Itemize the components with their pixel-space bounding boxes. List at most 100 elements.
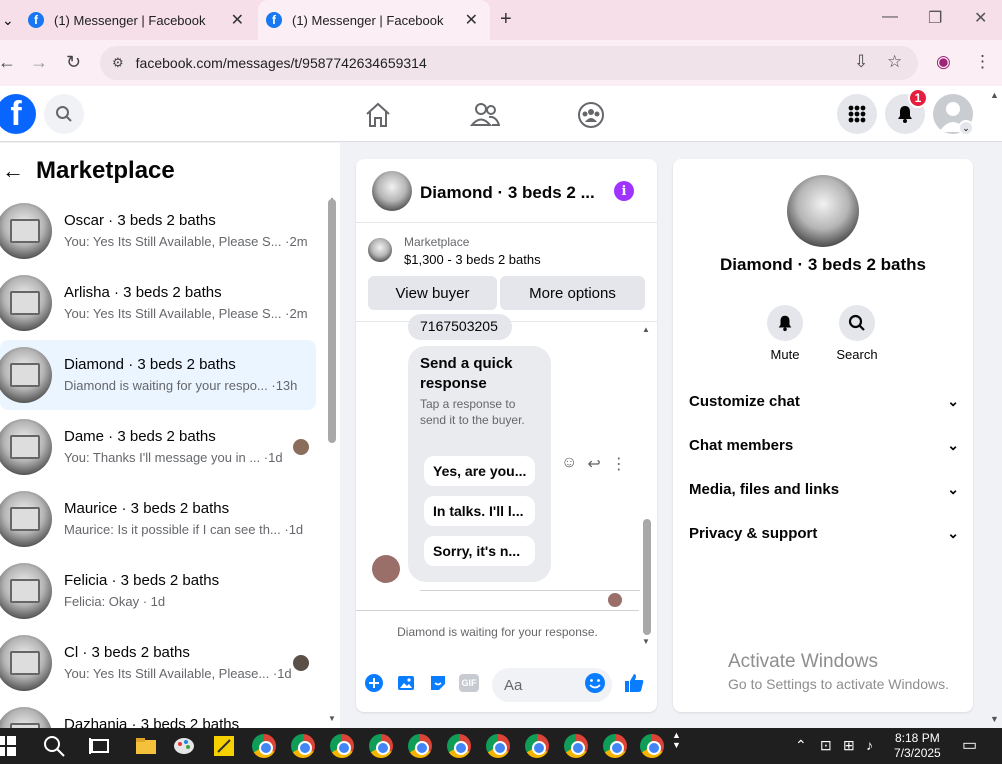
chat-avatar[interactable] bbox=[372, 171, 412, 211]
conversation-list-scrollbar[interactable] bbox=[328, 199, 336, 443]
friends-icon[interactable] bbox=[470, 100, 500, 130]
scroll-up-arrow-icon[interactable]: ▲ bbox=[642, 325, 650, 334]
scroll-down-arrow-icon[interactable]: ▼ bbox=[328, 714, 336, 723]
marketplace-label: Marketplace bbox=[404, 235, 470, 249]
conversation-item[interactable]: Arlisha · 3 beds 2 baths You: Yes Its St… bbox=[0, 268, 316, 338]
add-attachment-button[interactable] bbox=[363, 672, 385, 694]
back-arrow-icon[interactable]: ← bbox=[2, 158, 32, 184]
conversation-item[interactable]: Felicia · 3 beds 2 baths Felicia: Okay ·… bbox=[0, 556, 316, 626]
more-icon[interactable]: ⋮ bbox=[611, 454, 627, 474]
quick-reply-option[interactable]: Yes, are you... bbox=[424, 456, 535, 486]
chrome-icon[interactable] bbox=[564, 734, 588, 758]
site-settings-icon[interactable]: ⚙ bbox=[112, 55, 124, 71]
new-tab-icon[interactable]: + bbox=[500, 8, 512, 31]
emoji-icon bbox=[585, 673, 605, 693]
chat-members-section[interactable]: Chat members ⌄ bbox=[689, 423, 959, 467]
react-emoji-icon[interactable]: ☺ bbox=[561, 454, 577, 474]
send-like-button[interactable] bbox=[623, 672, 645, 694]
back-arrow-icon[interactable]: ← bbox=[0, 52, 16, 73]
conversation-item[interactable]: Dazhania · 3 beds 2 baths bbox=[0, 700, 316, 728]
conversation-item-active[interactable]: Diamond · 3 beds 2 baths Diamond is wait… bbox=[0, 340, 316, 410]
chrome-icon[interactable] bbox=[447, 734, 471, 758]
clock-date: 7/3/2025 bbox=[894, 746, 941, 760]
file-explorer-icon[interactable] bbox=[134, 734, 158, 758]
conversation-item[interactable]: Cl · 3 beds 2 baths You: Yes Its Still A… bbox=[0, 628, 316, 698]
bookmark-star-icon[interactable]: ☆ bbox=[887, 52, 902, 72]
customize-chat-section[interactable]: Customize chat ⌄ bbox=[689, 379, 959, 423]
chrome-icon[interactable] bbox=[525, 734, 549, 758]
chrome-icon[interactable] bbox=[252, 734, 276, 758]
activate-subtitle: Go to Settings to activate Windows. bbox=[728, 676, 949, 692]
message-bubble[interactable]: 7167503205 bbox=[408, 314, 512, 340]
quick-reply-option[interactable]: In talks. I'll l... bbox=[424, 496, 535, 526]
listing-price[interactable]: $1,300 - 3 beds 2 baths bbox=[404, 252, 541, 267]
volume-icon[interactable]: ♪ bbox=[866, 737, 873, 753]
windows-start-icon[interactable] bbox=[0, 734, 18, 758]
minimize-icon[interactable]: — bbox=[882, 8, 898, 26]
chevron-down-icon: ⌄ bbox=[947, 524, 959, 541]
paint-app-icon[interactable] bbox=[172, 734, 196, 758]
tab-overflow-icon[interactable]: ⌄ bbox=[2, 12, 14, 29]
sticker-button[interactable] bbox=[427, 672, 449, 694]
chevron-down-icon[interactable]: ⌄ bbox=[958, 120, 974, 136]
groups-icon[interactable] bbox=[576, 100, 606, 130]
close-window-icon[interactable]: ✕ bbox=[974, 8, 987, 28]
emoji-button[interactable] bbox=[584, 672, 606, 694]
conversation-item[interactable]: Oscar · 3 beds 2 baths You: Yes Its Stil… bbox=[0, 196, 316, 266]
chrome-icon[interactable] bbox=[408, 734, 432, 758]
home-icon[interactable] bbox=[363, 100, 393, 130]
attach-photo-button[interactable] bbox=[395, 672, 417, 694]
network-icon[interactable]: ⊞ bbox=[843, 737, 855, 754]
message-composer: GIF Aa bbox=[356, 664, 657, 704]
view-buyer-button[interactable]: View buyer bbox=[368, 276, 497, 310]
notification-badge: 1 bbox=[908, 88, 928, 108]
forward-arrow-icon[interactable]: → bbox=[30, 52, 48, 73]
media-files-links-section[interactable]: Media, files and links ⌄ bbox=[689, 467, 959, 511]
search-icon[interactable] bbox=[42, 734, 66, 758]
search-button[interactable] bbox=[44, 94, 84, 134]
close-tab-icon[interactable]: ✕ bbox=[231, 10, 244, 30]
restore-icon[interactable]: ❐ bbox=[928, 8, 942, 28]
sticky-notes-icon[interactable] bbox=[212, 734, 236, 758]
conversation-item[interactable]: Dame · 3 beds 2 baths You: Thanks I'll m… bbox=[0, 412, 316, 482]
browser-tab-2-active[interactable]: f (1) Messenger | Facebook ✕ bbox=[258, 0, 490, 40]
close-tab-icon[interactable]: ✕ bbox=[465, 10, 478, 30]
quick-reply-option[interactable]: Sorry, it's n... bbox=[424, 536, 535, 566]
chrome-icon[interactable] bbox=[330, 734, 354, 758]
chrome-icon[interactable] bbox=[291, 734, 315, 758]
url-omnibox[interactable]: ⚙ facebook.com/messages/t/95877426346593… bbox=[100, 46, 918, 80]
facebook-logo-icon[interactable]: f bbox=[0, 94, 36, 134]
browser-menu-icon[interactable]: ⋮ bbox=[974, 52, 991, 72]
conversation-item[interactable]: Maurice · 3 beds 2 baths Maurice: Is it … bbox=[0, 484, 316, 554]
page-scroll-down-icon[interactable]: ▼ bbox=[990, 714, 999, 724]
page-scroll-up-icon[interactable]: ▲ bbox=[990, 90, 999, 100]
chrome-icon[interactable] bbox=[603, 734, 627, 758]
marketplace-title: Marketplace bbox=[36, 157, 175, 184]
browser-tab-1[interactable]: f (1) Messenger | Facebook ✕ bbox=[20, 0, 256, 40]
install-app-icon[interactable]: ⇩ bbox=[854, 52, 868, 72]
taskbar-clock[interactable]: 8:18 PM 7/3/2025 bbox=[894, 731, 941, 761]
search-in-chat-button[interactable]: Search bbox=[827, 305, 887, 362]
reply-icon[interactable]: ↩ bbox=[587, 454, 600, 474]
scroll-down-arrow-icon[interactable]: ▼ bbox=[642, 637, 650, 646]
chat-title[interactable]: Diamond · 3 beds 2 ... bbox=[420, 183, 595, 203]
mute-button[interactable]: Mute bbox=[755, 305, 815, 362]
tab-title: (1) Messenger | Facebook bbox=[292, 12, 444, 28]
chrome-icon[interactable] bbox=[640, 734, 664, 758]
notification-center-icon[interactable]: ▭ bbox=[962, 735, 977, 755]
taskbar-scroll-icon[interactable]: ▲ ▼ bbox=[672, 730, 681, 750]
chrome-icon[interactable] bbox=[369, 734, 393, 758]
task-view-icon[interactable] bbox=[88, 734, 112, 758]
meet-now-icon[interactable]: ⊡ bbox=[820, 737, 832, 754]
gif-button[interactable]: GIF bbox=[458, 672, 480, 694]
chat-scrollbar[interactable] bbox=[643, 519, 651, 635]
info-icon[interactable]: i bbox=[614, 181, 634, 201]
reload-icon[interactable]: ↻ bbox=[66, 52, 81, 73]
show-hidden-icons-chevron-icon[interactable]: ⌃ bbox=[795, 737, 807, 754]
chrome-icon[interactable] bbox=[486, 734, 510, 758]
profile-icon[interactable]: ◉ bbox=[936, 52, 951, 72]
more-options-button[interactable]: More options bbox=[500, 276, 645, 310]
privacy-support-section[interactable]: Privacy & support ⌄ bbox=[689, 511, 959, 555]
menu-grid-button[interactable] bbox=[837, 94, 877, 134]
quick-response-card: Send a quick response Tap a response to … bbox=[408, 346, 551, 582]
